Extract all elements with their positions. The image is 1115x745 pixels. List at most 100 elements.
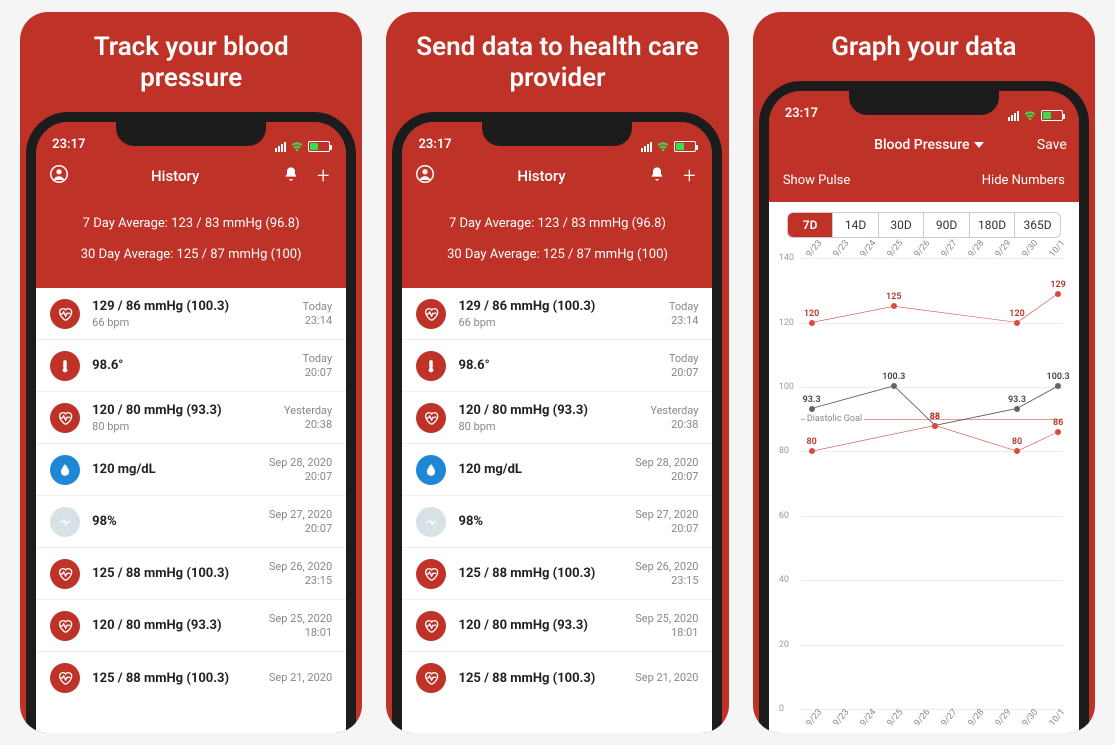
promo-panel-3: Graph your data 23:17 Blood Pressure Sav… <box>753 12 1095 733</box>
heart-icon <box>416 611 446 641</box>
heart-icon <box>416 559 446 589</box>
show-pulse-toggle[interactable]: Show Pulse <box>783 173 850 188</box>
droplet-icon <box>416 455 446 485</box>
plus-icon[interactable]: + <box>678 164 700 189</box>
battery-icon <box>674 141 696 152</box>
chart-point-pul[interactable] <box>1014 406 1020 412</box>
hide-numbers-toggle[interactable]: Hide Numbers <box>982 173 1065 188</box>
reading-value: 120 / 80 mmHg (93.3) <box>458 403 650 418</box>
segment-30D[interactable]: 30D <box>879 213 925 237</box>
thermometer-icon <box>416 351 446 381</box>
list-item[interactable]: 125 / 88 mmHg (100.3)Sep 21, 2020 <box>402 652 712 704</box>
reading-sub: 80 bpm <box>92 420 284 433</box>
thirty-day-average: 30 Day Average: 125 / 87 mmHg (100) <box>402 239 712 270</box>
reading-sub: 66 bpm <box>458 316 668 329</box>
panel-title: Graph your data <box>807 12 1040 69</box>
chart-label: 86 <box>1053 418 1063 428</box>
chart-label: 120 <box>804 309 819 319</box>
reading-value: 120 / 80 mmHg (93.3) <box>92 618 269 633</box>
list-item[interactable]: 120 / 80 mmHg (93.3)80 bpmYesterday20:38 <box>402 392 712 444</box>
signal-icon <box>641 142 652 152</box>
bell-icon[interactable] <box>280 166 302 186</box>
list-item[interactable]: 120 / 80 mmHg (93.3)Sep 25, 202018:01 <box>36 600 346 652</box>
wifi-icon <box>290 142 304 152</box>
reading-timestamp: Today20:07 <box>303 352 333 381</box>
history-list-1[interactable]: 129 / 86 mmHg (100.3)66 bpmToday23:1498.… <box>36 288 346 733</box>
segment-7D[interactable]: 7D <box>788 213 834 237</box>
chart-point-sys[interactable] <box>1014 320 1020 326</box>
profile-icon[interactable] <box>414 165 436 187</box>
list-item[interactable]: 125 / 88 mmHg (100.3)Sep 26, 202023:15 <box>402 548 712 600</box>
signal-icon <box>275 142 286 152</box>
segment-14D[interactable]: 14D <box>833 213 879 237</box>
list-item[interactable]: 125 / 88 mmHg (100.3)Sep 26, 202023:15 <box>36 548 346 600</box>
reading-value: 98.6° <box>458 358 668 373</box>
reading-value: 120 mg/dL <box>458 462 635 477</box>
list-item[interactable]: 120 mg/dLSep 28, 202020:07 <box>402 444 712 496</box>
metric-selector[interactable]: Blood Pressure <box>874 137 983 153</box>
chart-point-pul[interactable] <box>1055 383 1061 389</box>
chart-point-dia[interactable] <box>1055 429 1061 435</box>
promo-panel-2: Send data to health care provider 23:17 … <box>386 12 728 733</box>
reading-value: 125 / 88 mmHg (100.3) <box>458 566 635 581</box>
oxygen-icon <box>416 507 446 537</box>
battery-icon <box>308 141 330 152</box>
save-button[interactable]: Save <box>1037 137 1067 153</box>
reading-timestamp: Sep 27, 202020:07 <box>269 508 332 537</box>
reading-timestamp: Sep 26, 202023:15 <box>635 560 698 589</box>
reading-sub: 80 bpm <box>458 420 650 433</box>
chart-area: 7D14D30D90D180D365D 9/239/239/249/259/26… <box>769 202 1079 733</box>
chart-point-sys[interactable] <box>809 320 815 326</box>
heart-icon <box>416 403 446 433</box>
chart-label: 93.3 <box>1008 395 1026 405</box>
reading-timestamp: Yesterday20:38 <box>284 404 332 433</box>
list-item[interactable]: 98%Sep 27, 202020:07 <box>402 496 712 548</box>
chart-point-dia[interactable] <box>932 423 938 429</box>
chart-body[interactable]: 140120100806040200Diastolic Goal12012512… <box>777 258 1067 709</box>
notch <box>849 89 999 115</box>
reading-value: 120 mg/dL <box>92 462 269 477</box>
chart-point-dia[interactable] <box>809 448 815 454</box>
chart-label: 129 <box>1050 280 1065 290</box>
seven-day-average: 7 Day Average: 123 / 83 mmHg (96.8) <box>36 208 346 239</box>
wifi-icon <box>1023 111 1037 121</box>
list-item[interactable]: 120 / 80 mmHg (93.3)Sep 25, 202018:01 <box>402 600 712 652</box>
chart-point-sys[interactable] <box>1055 291 1061 297</box>
reading-timestamp: Sep 26, 202023:15 <box>269 560 332 589</box>
list-item[interactable]: 120 / 80 mmHg (93.3) 80 bpmYesterday20:38 <box>36 392 346 444</box>
reading-timestamp: Sep 21, 2020 <box>635 671 698 685</box>
chart-label: 120 <box>1009 309 1024 319</box>
list-item[interactable]: 125 / 88 mmHg (100.3)Sep 21, 2020 <box>36 652 346 704</box>
chart-point-pul[interactable] <box>809 406 815 412</box>
chart-label: 125 <box>886 292 901 302</box>
notch <box>116 120 266 146</box>
promo-panel-1: Track your blood pressure 23:17 History … <box>20 12 362 733</box>
notch <box>482 120 632 146</box>
bell-icon[interactable] <box>646 166 668 186</box>
profile-icon[interactable] <box>48 165 70 187</box>
list-item[interactable]: 129 / 86 mmHg (100.3)66 bpmToday23:14 <box>402 288 712 340</box>
list-item[interactable]: 98.6°Today20:07 <box>36 340 346 392</box>
chart-point-pul[interactable] <box>891 383 897 389</box>
chart-point-sys[interactable] <box>891 303 897 309</box>
reading-value: 120 / 80 mmHg (93.3) <box>92 403 284 418</box>
heart-icon <box>50 403 80 433</box>
segment-365D[interactable]: 365D <box>1015 213 1060 237</box>
plus-icon[interactable]: + <box>312 164 334 189</box>
reading-value: 129 / 86 mmHg (100.3) <box>92 299 302 314</box>
droplet-icon <box>50 455 80 485</box>
list-item[interactable]: 120 mg/dLSep 28, 202020:07 <box>36 444 346 496</box>
chart-point-dia[interactable] <box>1014 448 1020 454</box>
reading-timestamp: Sep 28, 202020:07 <box>269 456 332 485</box>
history-list-2[interactable]: 129 / 86 mmHg (100.3)66 bpmToday23:1498.… <box>402 288 712 733</box>
list-item[interactable]: 98.6°Today20:07 <box>402 340 712 392</box>
reading-value: 129 / 86 mmHg (100.3) <box>458 299 668 314</box>
segment-90D[interactable]: 90D <box>924 213 970 237</box>
chart-label: 100.3 <box>1047 372 1070 382</box>
range-segmented-control[interactable]: 7D14D30D90D180D365D <box>787 212 1061 238</box>
list-item[interactable]: 129 / 86 mmHg (100.3)66 bpmToday23:14 <box>36 288 346 340</box>
list-item[interactable]: 98%Sep 27, 202020:07 <box>36 496 346 548</box>
reading-value: 125 / 88 mmHg (100.3) <box>92 671 269 686</box>
heart-icon <box>50 299 80 329</box>
segment-180D[interactable]: 180D <box>970 213 1016 237</box>
